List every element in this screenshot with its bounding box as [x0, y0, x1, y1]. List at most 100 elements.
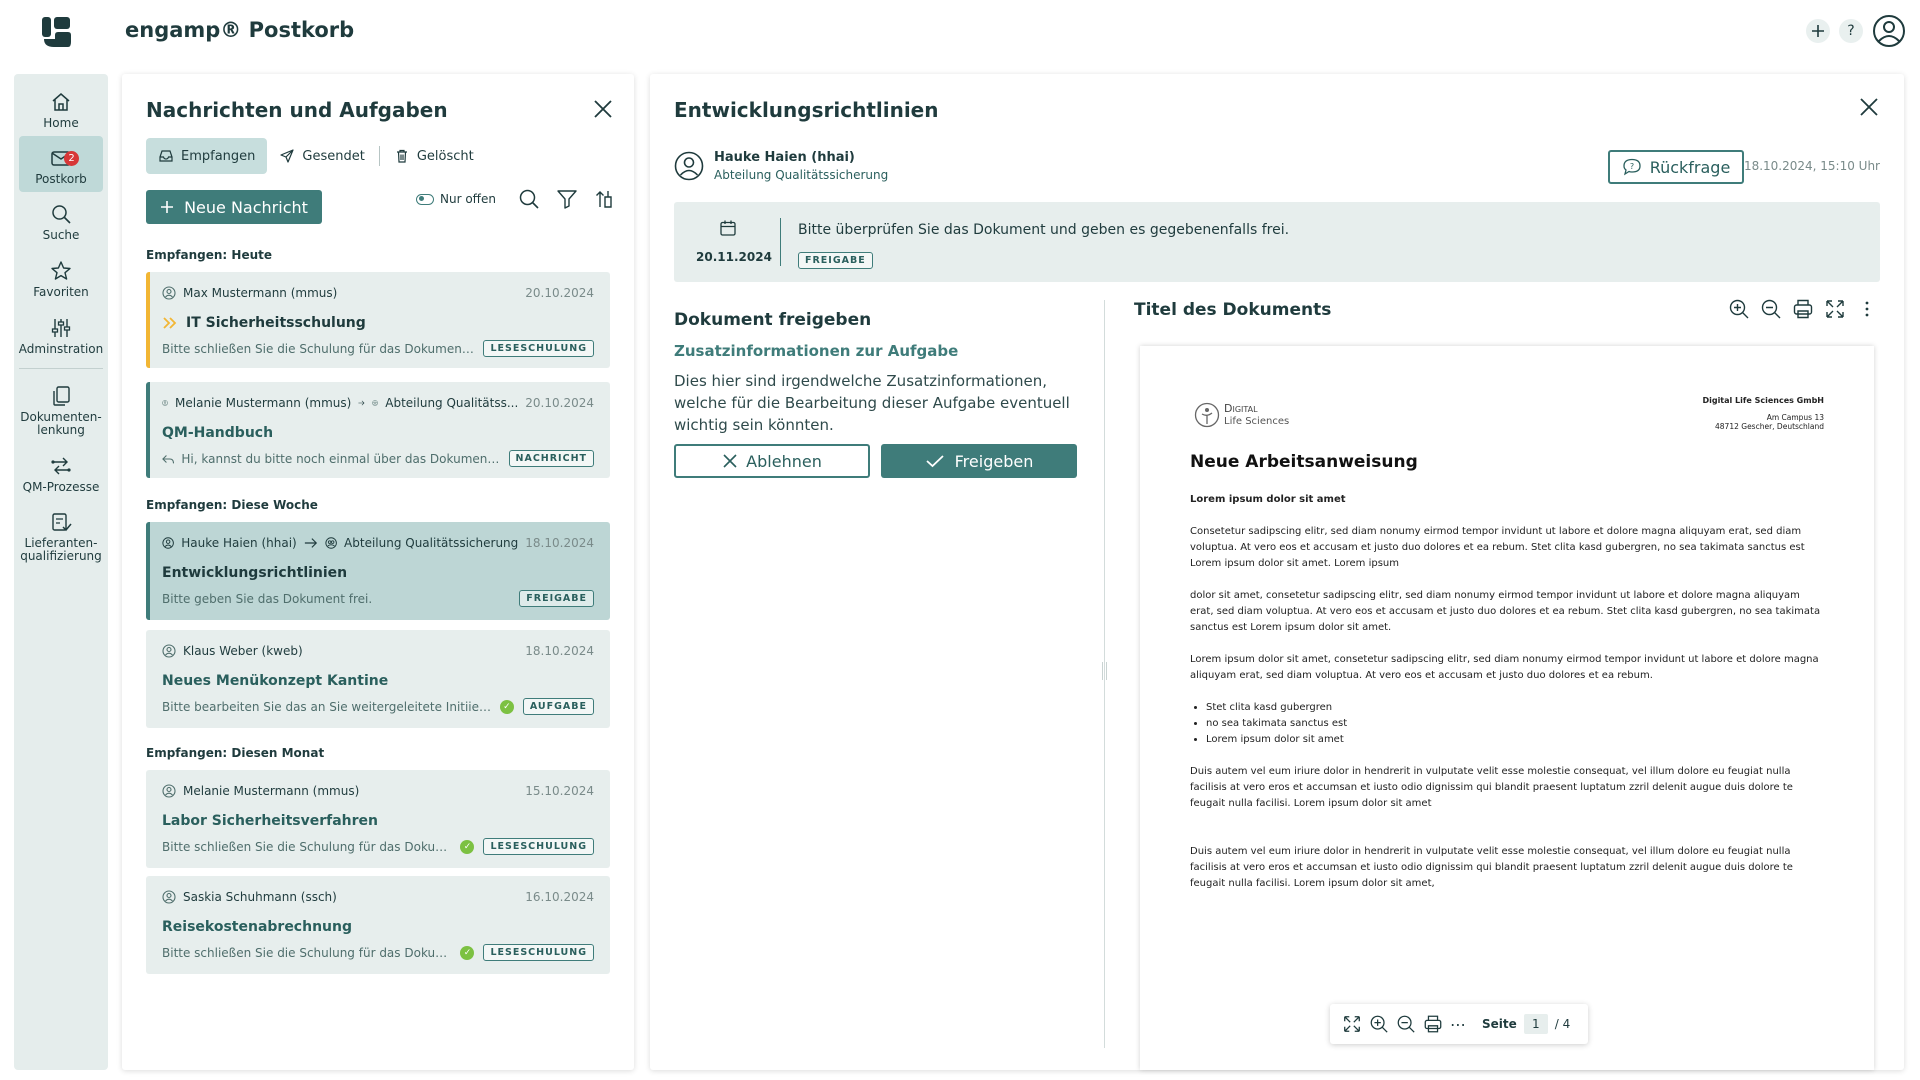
message-card[interactable]: Melanie Mustermann (mmus) Abteilung Qual…: [146, 382, 610, 478]
message-date: 18.10.2024: [525, 644, 594, 658]
section-this-week: Empfangen: Diese Woche: [146, 498, 318, 512]
tab-label: Gesendet: [302, 148, 365, 164]
zoom-in-icon[interactable]: [1728, 298, 1750, 320]
life-sciences-logo-icon: [1194, 402, 1220, 428]
nav-item-favoriten[interactable]: Favoriten: [19, 249, 103, 305]
person-icon: [162, 286, 176, 300]
search-icon[interactable]: [518, 188, 540, 210]
tab-divider: [378, 146, 380, 166]
person-icon: [162, 537, 174, 549]
filter-icon[interactable]: [556, 188, 578, 210]
message-title: Reisekostenabrechnung: [162, 919, 352, 935]
zoom-out-icon[interactable]: [1396, 1014, 1416, 1034]
message-preview: Bitte geben Sie das Dokument frei.: [162, 591, 373, 606]
message-toolbar: Nur offen: [416, 188, 616, 210]
check-icon: ✓: [460, 839, 475, 854]
type-tag: FREIGABE: [798, 252, 873, 269]
nav-label: Suche: [42, 228, 80, 242]
message-preview: Bitte schließen Sie die Schulung für das…: [162, 945, 454, 960]
message-title: QM-Handbuch: [162, 425, 274, 441]
nav-item-qm-prozesse[interactable]: QM-Prozesse: [19, 444, 103, 500]
close-icon[interactable]: [1858, 96, 1880, 118]
more-vertical-icon[interactable]: [1856, 298, 1878, 320]
logo-line-2: Life Sciences: [1224, 415, 1290, 427]
message-date: 20.10.2024: [525, 396, 594, 410]
nav-item-suche[interactable]: Suche: [19, 192, 103, 248]
approve-section-title: Dokument freigeben: [674, 310, 872, 330]
message-preview: Bitte schließen Sie die Schulung für das…: [162, 341, 477, 356]
tab-empfangen[interactable]: Empfangen: [146, 138, 268, 174]
check-icon: [926, 455, 944, 468]
viewer-toolbar: [1728, 298, 1878, 320]
message-date: 16.10.2024: [525, 890, 594, 904]
arrow-right-icon: [358, 400, 365, 406]
document-page[interactable]: Digital Life Sciences Digital Life Scien…: [1140, 346, 1874, 1070]
sender-name: Max Mustermann (mmus): [183, 286, 338, 300]
nav-item-home[interactable]: Home: [19, 80, 103, 136]
document-paragraph: Lorem ipsum dolor sit amet, consetetur s…: [1190, 654, 1819, 681]
sender-name: Saskia Schuhmann (ssch): [183, 890, 337, 904]
print-icon[interactable]: [1792, 298, 1814, 320]
tab-gesendet[interactable]: Gesendet: [267, 138, 376, 174]
message-card[interactable]: Melanie Mustermann (mmus) 15.10.2024 Lab…: [146, 770, 610, 868]
tab-geloescht[interactable]: Gelöscht: [382, 138, 486, 174]
document-company-address: Digital Life Sciences GmbH Am Campus 13 …: [1702, 396, 1824, 431]
check-icon: ✓: [499, 699, 514, 714]
new-message-button[interactable]: Neue Nachricht: [146, 190, 322, 224]
page-number-input[interactable]: 1: [1523, 1014, 1548, 1034]
app-logo[interactable]: [40, 15, 74, 49]
message-card[interactable]: Max Mustermann (mmus) 20.10.2024 IT Sich…: [146, 272, 610, 368]
person-icon: [162, 784, 176, 798]
type-tag: FREIGABE: [519, 590, 594, 607]
message-timestamp: 18.10.2024, 15:10 Uhr: [1743, 159, 1880, 173]
address-line-1: Am Campus 13: [1766, 413, 1824, 422]
reject-button[interactable]: Ablehnen: [674, 444, 870, 478]
nav-item-lieferantenqualifizierung[interactable]: Lieferanten- qualifizierung: [19, 500, 103, 566]
left-navigation: Home 2 Postkorb Suche Favoriten Adminstr…: [14, 74, 108, 1070]
help-button[interactable]: ?: [1839, 19, 1863, 43]
document-list-item: no sea takimata sanctus est: [1206, 716, 1824, 732]
zoom-in-icon[interactable]: [1369, 1014, 1389, 1034]
query-button[interactable]: ? Rückfrage: [1608, 150, 1744, 184]
plus-icon: [161, 201, 174, 213]
fullscreen-icon[interactable]: [1342, 1014, 1362, 1034]
more-horizontal-icon[interactable]: ⋯: [1450, 1015, 1467, 1034]
sender-name: Klaus Weber (kweb): [183, 644, 303, 658]
nav-item-dokumentenlenkung[interactable]: Dokumenten- lenkung: [19, 374, 103, 440]
page-total: / 4: [1554, 1017, 1571, 1031]
sender-info: Hauke Haien (hhai) Abteilung Qualitätssi…: [674, 150, 888, 182]
document-logo: Digital Life Sciences: [1194, 402, 1289, 428]
nav-divider: [19, 368, 103, 369]
message-card-selected[interactable]: Hauke Haien (hhai) Abteilung Qualitätssi…: [146, 522, 610, 620]
document-heading: Neue Arbeitsanweisung: [1190, 452, 1418, 472]
task-due-date: 20.11.2024: [696, 250, 772, 264]
close-icon[interactable]: [592, 98, 614, 120]
resize-handle[interactable]: [1102, 662, 1107, 680]
message-card[interactable]: Klaus Weber (kweb) 18.10.2024 Neues Menü…: [146, 630, 610, 728]
toggle-label: Nur offen: [440, 192, 496, 206]
toggle-switch: [416, 193, 434, 205]
print-icon[interactable]: [1423, 1014, 1443, 1034]
zoom-out-icon[interactable]: [1760, 298, 1782, 320]
sort-icon[interactable]: [594, 188, 616, 210]
fullscreen-icon[interactable]: [1824, 298, 1846, 320]
only-open-toggle[interactable]: Nur offen: [416, 192, 496, 206]
recipient-name: Abteilung Qualitätssicherung: [344, 536, 519, 550]
company-name: Digital Life Sciences GmbH: [1702, 396, 1824, 405]
nav-item-postkorb[interactable]: 2 Postkorb: [19, 136, 103, 192]
logo-line-1: Digital: [1224, 401, 1258, 415]
messages-title: Nachrichten und Aufgaben: [146, 98, 448, 122]
app-title: engamp® Postkorb: [125, 18, 355, 42]
task-divider: [780, 218, 781, 266]
user-circle-icon: [674, 151, 704, 181]
message-preview: Bitte bearbeiten Sie das an Sie weiterge…: [162, 699, 493, 714]
approve-button[interactable]: Freigeben: [881, 444, 1077, 478]
message-preview: Hi, kannst du bitte noch einmal über das…: [181, 451, 501, 466]
user-circle-icon[interactable]: [1872, 14, 1906, 48]
add-button[interactable]: [1806, 19, 1830, 43]
document-paragraph: Duis autem vel eum iriure dolor in hendr…: [1190, 766, 1793, 809]
priority-chevrons-icon: [163, 317, 177, 329]
check-icon: ✓: [460, 945, 475, 960]
message-card[interactable]: Saskia Schuhmann (ssch) 16.10.2024 Reise…: [146, 876, 610, 974]
nav-item-adminstration[interactable]: Adminstration: [19, 306, 103, 362]
